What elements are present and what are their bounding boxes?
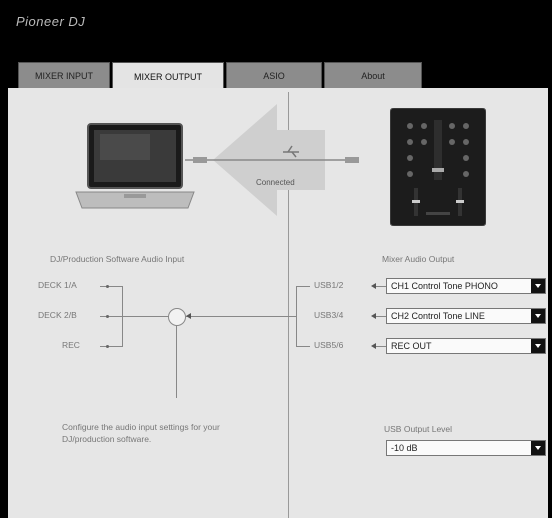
routing-line bbox=[296, 286, 297, 346]
usb-output-level-select[interactable]: -10 dB bbox=[386, 440, 546, 456]
routing-line bbox=[296, 346, 310, 347]
output-select-value: REC OUT bbox=[391, 341, 432, 351]
input-label-rec: REC bbox=[62, 340, 80, 350]
connection-status: Connected bbox=[256, 178, 295, 187]
chevron-down-icon bbox=[531, 279, 545, 293]
laptop-icon bbox=[75, 123, 195, 209]
configure-note-line2: DJ/production software. bbox=[62, 434, 152, 444]
routing-line bbox=[100, 346, 122, 347]
output-select-value: CH1 Control Tone PHONO bbox=[391, 281, 498, 291]
tab-bar: MIXER INPUT MIXER OUTPUT ASIO About bbox=[18, 62, 448, 90]
routing-line bbox=[100, 286, 122, 287]
usb-channel-3-4: USB3/4 bbox=[314, 310, 344, 320]
tab-about[interactable]: About bbox=[324, 62, 422, 88]
usb-output-level-value: -10 dB bbox=[391, 443, 418, 453]
connector-dot bbox=[106, 285, 109, 288]
chevron-down-icon bbox=[531, 309, 545, 323]
chevron-down-icon bbox=[531, 339, 545, 353]
routing-selector-circle bbox=[168, 308, 186, 326]
routing-line bbox=[100, 316, 170, 317]
usb-connection-arrow-icon bbox=[185, 104, 359, 216]
software-input-heading: DJ/Production Software Audio Input bbox=[50, 254, 185, 264]
routing-line bbox=[376, 286, 386, 287]
routing-line bbox=[186, 316, 296, 317]
routing-line bbox=[376, 316, 386, 317]
routing-line bbox=[376, 346, 386, 347]
routing-line bbox=[296, 286, 310, 287]
usb-channel-1-2: USB1/2 bbox=[314, 280, 344, 290]
tab-asio[interactable]: ASIO bbox=[226, 62, 322, 88]
tab-mixer-input[interactable]: MIXER INPUT bbox=[18, 62, 110, 88]
tab-mixer-output[interactable]: MIXER OUTPUT bbox=[112, 62, 224, 90]
output-select-usb5-6[interactable]: REC OUT bbox=[386, 338, 546, 354]
input-label-deck1: DECK 1/A bbox=[38, 280, 77, 290]
output-select-value: CH2 Control Tone LINE bbox=[391, 311, 485, 321]
output-select-usb3-4[interactable]: CH2 Control Tone LINE bbox=[386, 308, 546, 324]
connector-dot bbox=[106, 345, 109, 348]
usb-channel-5-6: USB5/6 bbox=[314, 340, 344, 350]
configure-note-line1: Configure the audio input settings for y… bbox=[62, 422, 220, 432]
usb-output-level-heading: USB Output Level bbox=[384, 424, 453, 434]
routing-line bbox=[176, 326, 177, 398]
chevron-down-icon bbox=[531, 441, 545, 455]
arrow-left-icon bbox=[186, 313, 191, 319]
output-select-usb1-2[interactable]: CH1 Control Tone PHONO bbox=[386, 278, 546, 294]
title-bar: Pioneer DJ bbox=[0, 0, 552, 48]
connector-dot bbox=[106, 315, 109, 318]
routing-line bbox=[122, 286, 123, 347]
mixer-device-icon bbox=[390, 108, 486, 226]
mixer-output-heading: Mixer Audio Output bbox=[382, 254, 455, 264]
input-label-deck2: DECK 2/B bbox=[38, 310, 77, 320]
brand-logo: Pioneer DJ bbox=[16, 14, 86, 29]
